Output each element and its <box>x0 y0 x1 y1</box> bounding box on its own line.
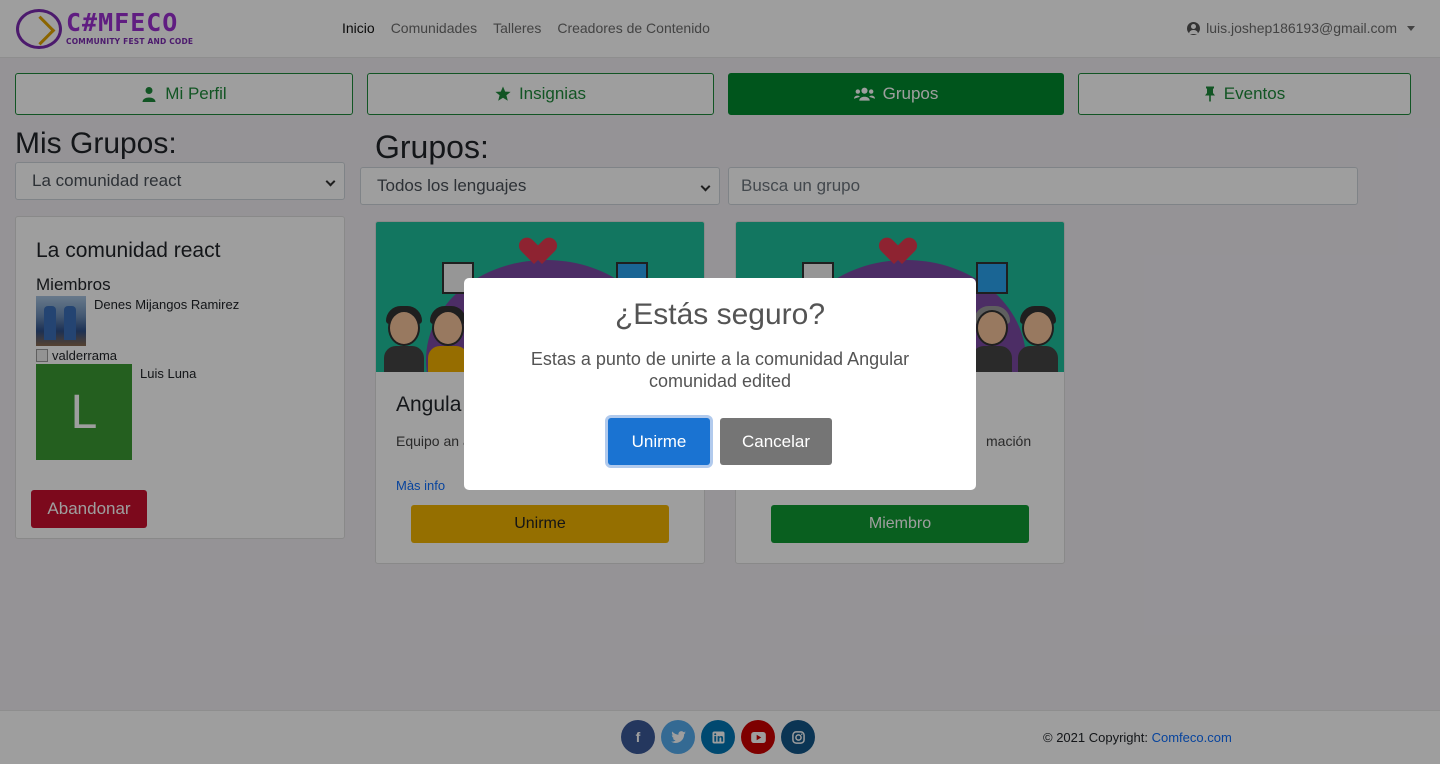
dialog-message: Estas a punto de unirte a la comunidad A… <box>530 349 910 391</box>
confirm-join-button[interactable]: Unirme <box>608 418 710 465</box>
dialog-title: ¿Estás seguro? <box>614 298 826 331</box>
confirm-dialog: ¿Estás seguro? Estas a punto de unirte a… <box>464 278 976 490</box>
cancel-button[interactable]: Cancelar <box>720 418 832 465</box>
